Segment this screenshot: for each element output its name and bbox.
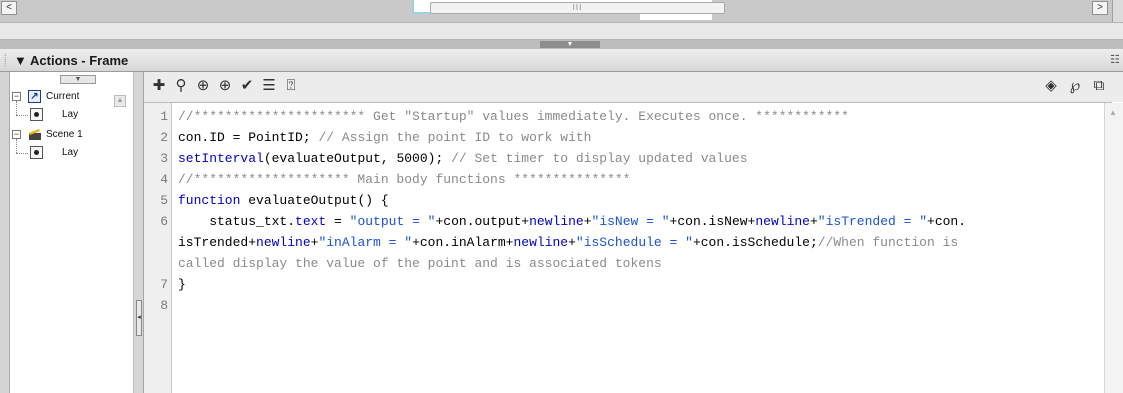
splitter-collapse-handle[interactable]: ▼ xyxy=(540,41,600,48)
check-syntax-icon[interactable]: ✔ xyxy=(238,76,256,96)
scroll-up-icon[interactable]: ▲ xyxy=(1107,108,1119,118)
code-token: +con.output+ xyxy=(435,214,530,229)
tree-connector xyxy=(16,153,28,154)
code-token: "output = " xyxy=(349,214,436,229)
code-token: newline xyxy=(513,235,569,250)
scroll-left-button[interactable]: < xyxy=(1,1,17,15)
code-token: newline xyxy=(256,235,311,250)
collapse-arrow-icon[interactable]: ▼ xyxy=(14,53,27,68)
code-line[interactable]: setInterval(evaluateOutput, 5000); // Se… xyxy=(178,148,748,169)
panel-title-text: Actions - Frame xyxy=(30,53,129,68)
code-token: "isTrended = " xyxy=(817,214,928,229)
code-token: // Assign the point ID to work with xyxy=(318,130,592,145)
line-number: 1 xyxy=(160,109,168,124)
code-token: (evaluateOutput, 5000); xyxy=(263,151,452,166)
code-line[interactable]: } xyxy=(178,274,186,295)
vertical-scrollbar[interactable] xyxy=(1104,103,1123,393)
thumb-grip: III xyxy=(572,3,583,12)
code-token: setInterval xyxy=(178,151,264,166)
scroll-right-button[interactable]: > xyxy=(1092,1,1108,15)
panel-title-bar[interactable] xyxy=(0,49,1123,72)
code-token: // Set timer to display updated values xyxy=(451,151,748,166)
scene-icon xyxy=(28,128,41,141)
line-number: 6 xyxy=(160,214,168,229)
code-token: + xyxy=(568,235,576,250)
tree-item-label: Current xyxy=(46,91,80,102)
scrollbar-thumb[interactable]: III xyxy=(430,2,725,14)
code-line[interactable]: called display the value of the point an… xyxy=(178,253,662,274)
code-token: "isNew = " xyxy=(591,214,670,229)
horizontal-scrollbar[interactable] xyxy=(0,22,1123,40)
line-number: 8 xyxy=(160,298,168,313)
auto-format-icon[interactable]: ☰ xyxy=(260,76,278,96)
code-token: +con.isSchedule; xyxy=(692,235,818,250)
add-statement-icon[interactable]: ✚ xyxy=(150,76,168,96)
code-token: "inAlarm = " xyxy=(318,235,413,250)
panel-title[interactable]: ▼ Actions - Frame xyxy=(14,53,128,68)
code-line[interactable]: status_txt.text = "output = "+con.output… xyxy=(178,211,966,232)
crosshair-icon[interactable]: ⊕ xyxy=(216,76,234,96)
insert-target-path-icon[interactable]: ⊕ xyxy=(194,76,212,96)
code-token: status_txt. xyxy=(178,214,296,229)
code-token: +con. xyxy=(927,214,967,229)
find-icon[interactable]: ⚲ xyxy=(172,76,190,96)
code-token: //********************** Get "Startup" v… xyxy=(178,109,849,124)
chevron-left-icon: < xyxy=(6,2,12,13)
left-dock-strip xyxy=(0,72,10,393)
tree-item-label: Lay xyxy=(62,109,79,120)
current-selection-icon: ↗ xyxy=(28,90,41,103)
layer-icon xyxy=(30,146,43,159)
line-number: 4 xyxy=(160,172,168,187)
line-number: 7 xyxy=(160,277,168,292)
code-line[interactable]: function evaluateOutput() { xyxy=(178,190,389,211)
code-token: + xyxy=(809,214,818,229)
tree-connector xyxy=(16,101,17,115)
navigator-tree: − ↗ Current Lay − Scene 1 Lay xyxy=(12,88,130,393)
tree-connector xyxy=(16,139,17,153)
tree-item-label: Scene 1 xyxy=(46,129,83,140)
code-token: "isSchedule = " xyxy=(575,235,693,250)
code-token: con.ID = PointID; xyxy=(178,130,319,145)
code-token: +con.isNew+ xyxy=(669,214,756,229)
code-hint-icon[interactable]: ⍰ xyxy=(282,76,300,96)
code-token: text xyxy=(295,214,327,229)
options-menu-icon[interactable]: ☷ xyxy=(1110,53,1120,66)
tree-connector xyxy=(16,115,28,116)
code-token: //When function is xyxy=(817,235,959,250)
line-number: 2 xyxy=(160,130,168,145)
tree-toggle-icon[interactable]: − xyxy=(12,92,21,101)
code-token: } xyxy=(178,277,186,292)
chevron-right-icon: > xyxy=(1097,2,1103,13)
panel-grip-icon[interactable]: ⁞ ⁞ xyxy=(4,53,10,68)
pane-divider[interactable] xyxy=(134,72,144,393)
layer-icon xyxy=(30,108,43,121)
code-token: newline xyxy=(529,214,584,229)
vertical-scrollbar-stage[interactable] xyxy=(1112,0,1123,22)
debug-options-icon[interactable]: ◈ xyxy=(1042,76,1060,96)
script-assist-icon[interactable]: ℘ xyxy=(1066,76,1084,96)
code-token: = xyxy=(326,214,350,229)
code-token: +con.inAlarm+ xyxy=(412,235,514,250)
code-line[interactable]: //********************** Get "Startup" v… xyxy=(178,106,849,127)
code-line[interactable]: con.ID = PointID; // Assign the point ID… xyxy=(178,127,591,148)
help-icon[interactable]: ⧉ xyxy=(1090,76,1108,96)
line-number: 5 xyxy=(160,193,168,208)
tree-item-label: Lay xyxy=(62,147,79,158)
code-token: isTrended+ xyxy=(178,235,257,250)
navigator-collapse-tab[interactable]: ▼ xyxy=(60,75,96,84)
code-token: called display the value of the point an… xyxy=(178,256,662,271)
code-line[interactable]: //******************** Main body functio… xyxy=(178,169,630,190)
code-token: evaluateOutput() { xyxy=(240,193,389,208)
code-token: + xyxy=(583,214,592,229)
code-token: function xyxy=(178,193,241,208)
code-token: //******************** Main body functio… xyxy=(178,172,631,187)
code-token: newline xyxy=(755,214,810,229)
code-line[interactable]: isTrended+newline+"inAlarm = "+con.inAla… xyxy=(178,232,958,253)
collapse-navigator-handle[interactable]: ◂ xyxy=(136,300,142,336)
line-number: 3 xyxy=(160,151,168,166)
tree-toggle-icon[interactable]: − xyxy=(12,130,21,139)
